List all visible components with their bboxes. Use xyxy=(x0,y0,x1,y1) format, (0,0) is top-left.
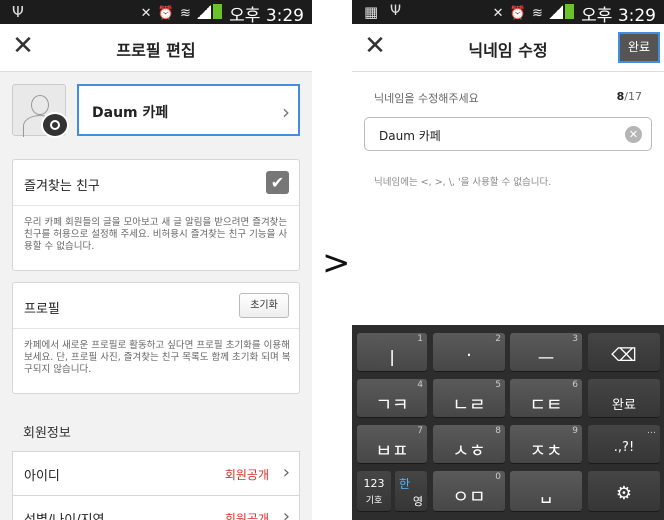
keyboard-status-icon: ▦ xyxy=(364,3,379,21)
status-icons: ✕ ⏰ ≋ xyxy=(141,4,222,21)
nickname-input[interactable]: Daum 카페 ✕ xyxy=(364,117,652,151)
key-3[interactable]: ㅡ3 xyxy=(510,333,582,371)
gender-row-value: 회원공개 xyxy=(224,512,269,520)
char-count: 8/17 xyxy=(617,90,642,103)
nickname-input-value: Daum 카페 xyxy=(379,129,441,143)
keyboard-done-key[interactable]: 완료 xyxy=(588,379,660,417)
page-title: 프로필 편집 xyxy=(116,41,196,60)
signal-icon xyxy=(197,5,211,19)
favorites-desc: 우리 카페 회원들의 글을 모아보고 새 글 알림을 받으려면 즐겨찾는 친구를… xyxy=(24,217,288,252)
settings-key[interactable]: ⚙ xyxy=(588,471,660,511)
chevron-right-icon: › xyxy=(282,100,290,124)
gender-row-label: 성별/나이/지역 xyxy=(24,509,105,520)
key-9[interactable]: ㅈㅊ 9 xyxy=(510,425,582,463)
favorites-checkbox[interactable]: ✔ xyxy=(266,171,289,194)
backspace-key[interactable]: ⌫ xyxy=(588,333,660,371)
profile-card: 프로필 초기화 카페에서 새로운 프로필로 활동하고 싶다면 프로필 초기화를 … xyxy=(12,282,300,394)
camera-icon[interactable] xyxy=(41,112,69,138)
id-row[interactable]: 아이디 회원공개 › xyxy=(12,451,300,496)
profile-edit-screen: Ψ ✕ ⏰ ≋ 오후 3:29 ✕ 프로필 편집 Daum 카페 › 즐겨찾는 … xyxy=(0,0,312,520)
status-icons: ✕ ⏰ ≋ xyxy=(493,4,574,21)
avatar-head-shape xyxy=(31,95,49,115)
nickname-edit-screen: ▦ Ψ ✕ ⏰ ≋ 오후 3:29 ✕ 닉네임 수정 완료 닉네임을 수정해주세… xyxy=(352,0,664,520)
status-bar: Ψ ✕ ⏰ ≋ 오후 3:29 xyxy=(0,0,312,26)
key-6[interactable]: ㄷㅌ 6 xyxy=(510,379,582,417)
key-7[interactable]: ㅂㅍ 7 xyxy=(357,425,427,463)
usb-icon: Ψ xyxy=(12,3,24,21)
gear-icon: ⚙ xyxy=(615,483,633,504)
status-time: 오후 3:29 xyxy=(229,6,304,26)
key-1[interactable]: ㅣ1 xyxy=(357,333,427,371)
signal-icon xyxy=(549,5,563,19)
done-button[interactable]: 완료 xyxy=(618,32,660,63)
profile-header: 프로필 초기화 xyxy=(13,283,299,329)
battery-icon xyxy=(213,4,222,19)
key-2[interactable]: · 2 xyxy=(433,333,505,371)
key-8[interactable]: ㅅㅎ 8 xyxy=(433,425,505,463)
nickname-text: Daum 카페 xyxy=(92,105,169,121)
space-icon: ␣ xyxy=(540,483,552,504)
usb-icon: Ψ xyxy=(390,3,402,19)
profile-title: 프로필 xyxy=(24,302,60,317)
nickname-button[interactable]: Daum 카페 › xyxy=(77,84,300,136)
backspace-icon: ⌫ xyxy=(611,345,637,366)
id-row-label: 아이디 xyxy=(24,469,60,484)
space-key[interactable]: ␣ xyxy=(510,471,582,511)
punctuation-key[interactable]: .,?!… xyxy=(588,425,660,463)
battery-icon xyxy=(565,4,574,19)
title-bar: ✕ 프로필 편집 xyxy=(0,24,312,72)
chevron-right-icon: › xyxy=(282,506,290,520)
clear-icon[interactable]: ✕ xyxy=(625,126,642,143)
transition-arrow: > xyxy=(322,243,351,283)
favorites-card: 즐겨찾는 친구 ✔ 우리 카페 회원들의 글을 모아보고 새 글 알림을 받으려… xyxy=(12,159,300,271)
status-bar: ▦ Ψ ✕ ⏰ ≋ 오후 3:29 xyxy=(352,0,664,26)
language-toggle-key[interactable]: 한영 xyxy=(395,471,427,511)
profile-desc: 카페에서 새로운 프로필로 활동하고 싶다면 프로필 초기화를 이용해보세요. … xyxy=(24,340,291,375)
favorites-title: 즐겨찾는 친구 xyxy=(24,179,100,194)
key-0[interactable]: ㅇㅁ 0 xyxy=(433,471,505,511)
status-time: 오후 3:29 xyxy=(581,6,656,26)
key-5[interactable]: ㄴㄹ 5 xyxy=(433,379,505,417)
member-info-label: 회원정보 xyxy=(23,426,71,441)
nickname-hint: 닉네임에는 <, >, \, '을 사용할 수 없습니다. xyxy=(374,177,552,188)
key-4[interactable]: ㄱㅋ 4 xyxy=(357,379,427,417)
reset-button[interactable]: 초기화 xyxy=(239,293,289,318)
char-count-max: /17 xyxy=(624,90,642,103)
title-bar: ✕ 닉네임 수정 완료 xyxy=(352,24,664,72)
keyboard: ㅣ1 · 2 ㅡ3 ⌫ ㄱㅋ 4 ㄴㄹ 5 ㄷㅌ 6 완료 ㅂㅍ 7 ㅅㅎ 8 ㅈㅊ 9 .,… xyxy=(352,325,664,520)
gender-age-region-row[interactable]: 성별/나이/지역 회원공개 › xyxy=(12,495,300,520)
nickname-prompt: 닉네임을 수정해주세요 xyxy=(374,92,479,105)
symbols-key[interactable]: 123 기호 xyxy=(357,471,391,511)
id-row-value: 회원공개 xyxy=(224,468,269,482)
favorites-header[interactable]: 즐겨찾는 친구 ✔ xyxy=(13,160,299,206)
chevron-right-icon: › xyxy=(282,462,290,483)
